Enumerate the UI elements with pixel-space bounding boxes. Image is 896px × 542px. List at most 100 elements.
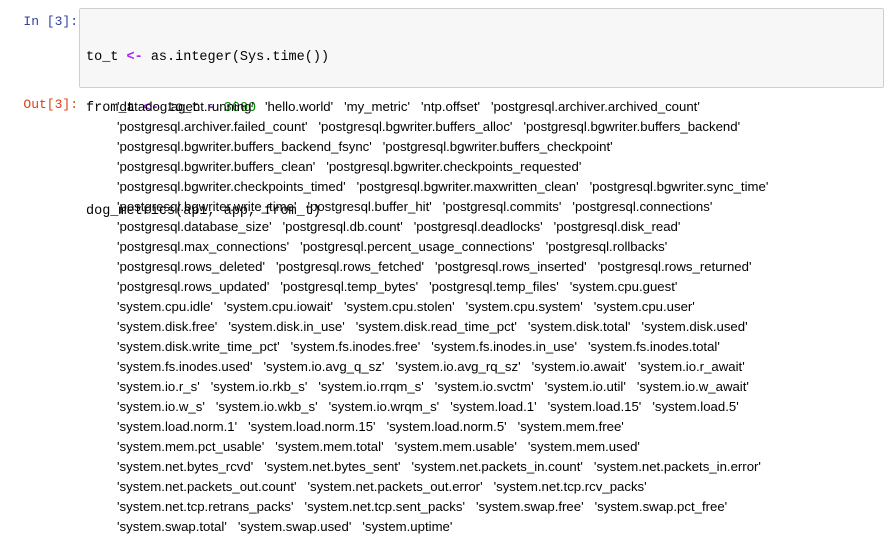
- metric-name: 'postgresql.buffer_hit': [307, 199, 432, 214]
- metric-name: 'postgresql.bgwriter.buffers_clean': [117, 159, 316, 174]
- metric-name: 'system.disk.total': [527, 319, 631, 334]
- metric-name: 'system.mem.total': [275, 439, 384, 454]
- output-line: 'postgresql.max_connections' 'postgresql.…: [117, 237, 887, 257]
- metric-name: 'postgresql.rows_returned': [597, 259, 752, 274]
- output-line: 'postgresql.rows_deleted' 'postgresql.row…: [117, 257, 887, 277]
- metric-name: 'postgresql.percent_usage_connections': [300, 239, 535, 254]
- metric-name: 'system.swap.used': [237, 519, 352, 534]
- metric-name: 'system.cpu.stolen': [344, 299, 455, 314]
- output-line: 'system.net.tcp.retrans_packs' 'system.ne…: [117, 497, 887, 517]
- code-input-area[interactable]: to_t <- as.integer(Sys.time()) from_t <-…: [79, 8, 884, 219]
- metric-name: 'postgresql.temp_files': [429, 279, 559, 294]
- metric-name: 'system.load.norm.5': [386, 419, 507, 434]
- metric-name: 'system.uptime': [362, 519, 453, 534]
- metric-name: 'system.disk.in_use': [228, 319, 345, 334]
- input-prompt: In [3]:: [23, 14, 78, 29]
- metric-name: 'postgresql.bgwriter.write_time': [117, 199, 297, 214]
- metric-name: 'system.cpu.guest': [569, 279, 678, 294]
- metric-name: 'system.mem.free': [517, 419, 624, 434]
- metric-name: 'postgresql.bgwriter.sync_time': [589, 179, 769, 194]
- code-line-1: to_t <- as.integer(Sys.time()): [86, 49, 877, 66]
- metric-name: 'system.net.packets_in.error': [593, 459, 761, 474]
- metric-name: 'system.fs.inodes.used': [117, 359, 253, 374]
- code-token: as.integer(Sys.time()): [142, 50, 330, 65]
- metric-name: 'postgresql.bgwriter.buffers_backend': [523, 119, 741, 134]
- metric-name: 'system.net.bytes_sent': [264, 459, 401, 474]
- metric-name: 'system.net.packets_out.error': [307, 479, 483, 494]
- metric-name: 'postgresql.deadlocks': [413, 219, 543, 234]
- metric-name: 'system.disk.free': [117, 319, 218, 334]
- output-line: 'system.cpu.idle' 'system.cpu.iowait' 'sys…: [117, 297, 887, 317]
- metric-name: 'system.io.rkb_s': [210, 379, 308, 394]
- metric-name: 'system.mem.usable': [394, 439, 517, 454]
- output-line: 'system.mem.pct_usable' 'system.mem.total…: [117, 437, 887, 457]
- metric-name: 'system.load.5': [652, 399, 739, 414]
- metric-name: 'system.swap.pct_free': [594, 499, 728, 514]
- metric-name: 'system.fs.inodes.free': [290, 339, 421, 354]
- output-line: 'system.disk.write_time_pct' 'system.fs.i…: [117, 337, 887, 357]
- metric-name: 'postgresql.bgwriter.checkpoints_timed': [117, 179, 346, 194]
- output-line: 'postgresql.bgwriter.buffers_backend_fsy…: [117, 137, 887, 157]
- code-token: to_t: [86, 50, 127, 65]
- metric-name: 'postgresql.connections': [572, 199, 713, 214]
- metric-name: 'system.io.r_await': [637, 359, 745, 374]
- metric-name: 'system.load.15': [547, 399, 642, 414]
- metric-name: 'postgresql.rows_updated': [117, 279, 270, 294]
- metric-name: 'ntp.offset': [420, 99, 481, 114]
- metric-name: 'datadog.agent.running': [117, 99, 255, 114]
- output-line: 'postgresql.bgwriter.checkpoints_timed' '…: [117, 177, 887, 197]
- output-line: 'system.swap.total' 'system.swap.used' 'sy…: [117, 517, 887, 537]
- output-line: 'system.net.bytes_rcvd' 'system.net.bytes…: [117, 457, 887, 477]
- metric-name: 'postgresql.bgwriter.checkpoints_request…: [326, 159, 582, 174]
- metric-name: 'system.swap.total': [117, 519, 227, 534]
- metric-name: 'system.io.wkb_s': [215, 399, 318, 414]
- metric-name: 'postgresql.rollbacks': [545, 239, 668, 254]
- metric-name: 'system.io.await': [531, 359, 627, 374]
- output-line: 'postgresql.bgwriter.write_time' 'postgre…: [117, 197, 887, 217]
- metric-name: 'system.load.norm.1': [117, 419, 238, 434]
- metric-name: 'postgresql.disk_read': [553, 219, 681, 234]
- metric-name: 'postgresql.bgwriter.buffers_checkpoint': [382, 139, 613, 154]
- metric-name: 'system.disk.used': [641, 319, 748, 334]
- metric-name: 'system.cpu.system': [465, 299, 583, 314]
- assign-operator: <-: [126, 50, 143, 65]
- metric-name: 'system.swap.free': [475, 499, 584, 514]
- metric-name: 'postgresql.db.count': [282, 219, 403, 234]
- metric-name: 'postgresql.bgwriter.maxwritten_clean': [356, 179, 579, 194]
- output-area: 'datadog.agent.running' 'hello.world' 'my_…: [117, 97, 887, 537]
- output-line: 'system.fs.inodes.used' 'system.io.avg_q_…: [117, 357, 887, 377]
- metric-name: 'system.net.tcp.retrans_packs': [117, 499, 294, 514]
- metric-name: 'postgresql.archiver.failed_count': [117, 119, 308, 134]
- output-line: 'system.load.norm.1' 'system.load.norm.15…: [117, 417, 887, 437]
- metric-name: 'system.disk.write_time_pct': [117, 339, 280, 354]
- metric-name: 'system.fs.inodes.total': [588, 339, 720, 354]
- metric-name: 'system.load.norm.15': [248, 419, 376, 434]
- output-line: 'postgresql.rows_updated' 'postgresql.tem…: [117, 277, 887, 297]
- output-line: 'datadog.agent.running' 'hello.world' 'my_…: [117, 97, 887, 117]
- output-line: 'postgresql.database_size' 'postgresql.db…: [117, 217, 887, 237]
- output-prompt: Out[3]:: [23, 97, 78, 112]
- metric-name: 'postgresql.rows_inserted': [434, 259, 587, 274]
- metric-name: 'postgresql.rows_deleted': [117, 259, 265, 274]
- metric-name: 'system.cpu.idle': [117, 299, 213, 314]
- metric-name: 'system.net.tcp.sent_packs': [304, 499, 465, 514]
- metric-name: 'hello.world': [265, 99, 334, 114]
- metric-name: 'system.load.1': [450, 399, 537, 414]
- metric-name: 'system.io.wrqm_s': [328, 399, 440, 414]
- output-line: 'postgresql.bgwriter.buffers_clean' 'post…: [117, 157, 887, 177]
- metric-name: 'postgresql.archiver.archived_count': [491, 99, 700, 114]
- metric-name: 'my_metric': [344, 99, 410, 114]
- metric-name: 'system.io.util': [544, 379, 626, 394]
- metric-name: 'postgresql.bgwriter.buffers_backend_fsy…: [117, 139, 372, 154]
- metric-name: 'system.io.w_s': [117, 399, 205, 414]
- metric-name: 'system.io.svctm': [434, 379, 534, 394]
- metric-name: 'system.cpu.user': [593, 299, 695, 314]
- output-line: 'postgresql.archiver.failed_count' 'postg…: [117, 117, 887, 137]
- metric-name: 'postgresql.database_size': [117, 219, 272, 234]
- metric-name: 'system.net.packets_in.count': [411, 459, 583, 474]
- metric-name: 'system.mem.pct_usable': [117, 439, 265, 454]
- metric-name: 'system.io.avg_q_sz': [263, 359, 385, 374]
- output-line: 'system.io.w_s' 'system.io.wkb_s' 'system.…: [117, 397, 887, 417]
- metric-name: 'postgresql.max_connections': [117, 239, 290, 254]
- metric-name: 'system.cpu.iowait': [223, 299, 334, 314]
